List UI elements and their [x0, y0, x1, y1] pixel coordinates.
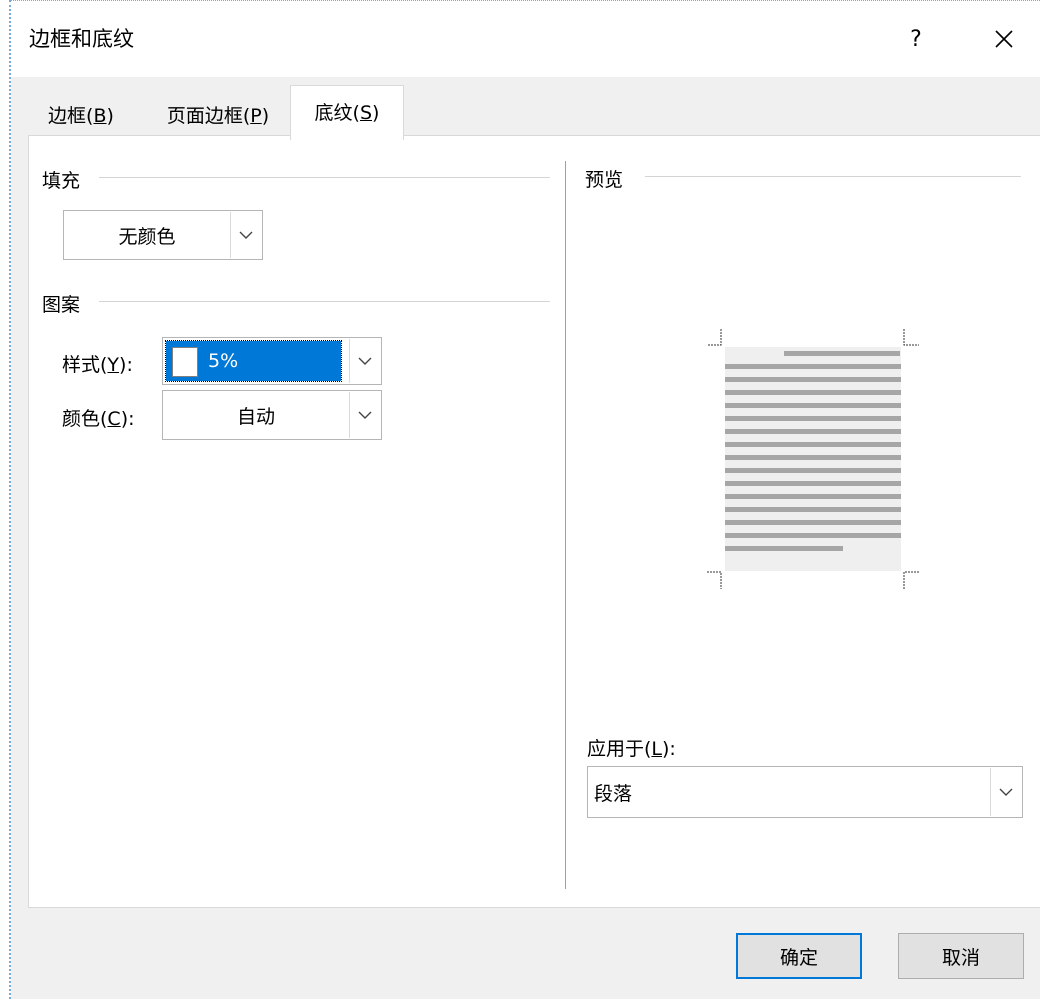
chevron-down-icon: [358, 411, 372, 419]
apply-to-label-text: 应用于(: [587, 738, 652, 760]
borders-shading-dialog: 边框和底纹 ? 边框(B) 页面边框(P) 底纹(S) 填充 无颜色 图案 样式…: [11, 1, 1040, 999]
tab-page-border[interactable]: 页面边框(P): [143, 95, 293, 137]
preview-page: [725, 347, 901, 571]
tab-label: 边框(: [48, 105, 94, 127]
color-label-suffix: ):: [120, 408, 135, 430]
preview-group-label: 预览: [585, 165, 632, 192]
preview-line: [725, 377, 901, 382]
cancel-button[interactable]: 取消: [898, 933, 1024, 979]
chevron-down-icon: [239, 231, 253, 239]
style-label: 样式(Y):: [62, 350, 133, 377]
color-dropdown-button[interactable]: [349, 392, 380, 438]
apply-to-dropdown-button[interactable]: [990, 768, 1021, 816]
tab-shading[interactable]: 底纹(S): [290, 85, 404, 140]
chevron-down-icon: [358, 357, 372, 365]
apply-to-value: 段落: [594, 782, 633, 805]
tab-borders[interactable]: 边框(B): [29, 95, 133, 137]
title-bar: 边框和底纹 ?: [11, 1, 1040, 77]
corner-mark-bottom-left: [707, 571, 722, 589]
tab-access-key: B: [93, 105, 107, 127]
style-label-suffix: ):: [119, 354, 133, 376]
question-mark-icon: ?: [910, 26, 922, 52]
style-dropdown-button[interactable]: [349, 339, 380, 383]
pattern-style-dropdown[interactable]: 5%: [162, 337, 382, 385]
color-label-text: 颜色(: [62, 408, 108, 430]
tab-label-suffix: ): [372, 102, 380, 124]
preview-line: [725, 442, 901, 447]
corner-mark-top-left: [707, 329, 722, 346]
close-button[interactable]: [979, 17, 1029, 61]
apply-to-dropdown[interactable]: 段落: [587, 766, 1023, 818]
pattern-swatch: [172, 347, 198, 377]
fill-color-value: 无颜色: [118, 225, 176, 248]
ok-button[interactable]: 确定: [736, 933, 862, 979]
pattern-color-value: 自动: [236, 405, 275, 428]
preview-line: [725, 520, 901, 525]
preview-line: [725, 455, 901, 460]
tab-label-suffix: ): [106, 105, 114, 127]
tab-label: 页面边框(: [166, 105, 251, 127]
preview-line: [725, 416, 901, 421]
style-label-text: 样式(: [62, 354, 108, 376]
pattern-style-value: 5%: [208, 350, 239, 372]
apply-to-label-suffix: ):: [662, 738, 676, 760]
style-access-key: Y: [107, 354, 120, 376]
help-button[interactable]: ?: [891, 17, 941, 61]
preview-line: [725, 533, 901, 538]
dialog-title: 边框和底纹: [29, 27, 134, 51]
preview-line: [725, 507, 901, 512]
panel-divider: [565, 161, 566, 889]
tab-access-key: S: [359, 102, 373, 124]
tab-label: 底纹(: [314, 102, 360, 124]
preview-line: [725, 494, 901, 499]
corner-mark-top-right: [903, 329, 919, 346]
preview-line: [725, 390, 901, 395]
preview-line: [725, 546, 843, 551]
preview-line: [784, 351, 900, 356]
color-access-key: C: [107, 408, 121, 430]
fill-group-divider: [99, 177, 550, 178]
tab-strip: 边框(B) 页面边框(P) 底纹(S): [29, 85, 1029, 140]
color-label: 颜色(C):: [62, 404, 135, 431]
pattern-group-divider: [99, 301, 550, 302]
pattern-color-dropdown[interactable]: 自动: [162, 390, 382, 440]
tab-label-suffix: ): [261, 105, 270, 127]
pattern-group-label: 图案: [42, 290, 89, 317]
apply-to-access-key: L: [651, 738, 663, 760]
corner-mark-bottom-right: [903, 571, 919, 589]
preview-line: [725, 468, 901, 473]
fill-group-label: 填充: [42, 166, 89, 193]
preview-line: [725, 429, 901, 434]
preview-line: [725, 481, 901, 486]
close-icon: [995, 30, 1013, 48]
chevron-down-icon: [999, 788, 1013, 796]
apply-to-label: 应用于(L):: [587, 734, 676, 761]
preview-group-divider: [645, 176, 1021, 177]
tab-access-key: P: [250, 105, 262, 127]
preview-line: [725, 364, 901, 369]
fill-dropdown-button[interactable]: [230, 212, 261, 258]
fill-color-dropdown[interactable]: 无颜色: [63, 210, 263, 260]
preview-line: [725, 403, 901, 408]
